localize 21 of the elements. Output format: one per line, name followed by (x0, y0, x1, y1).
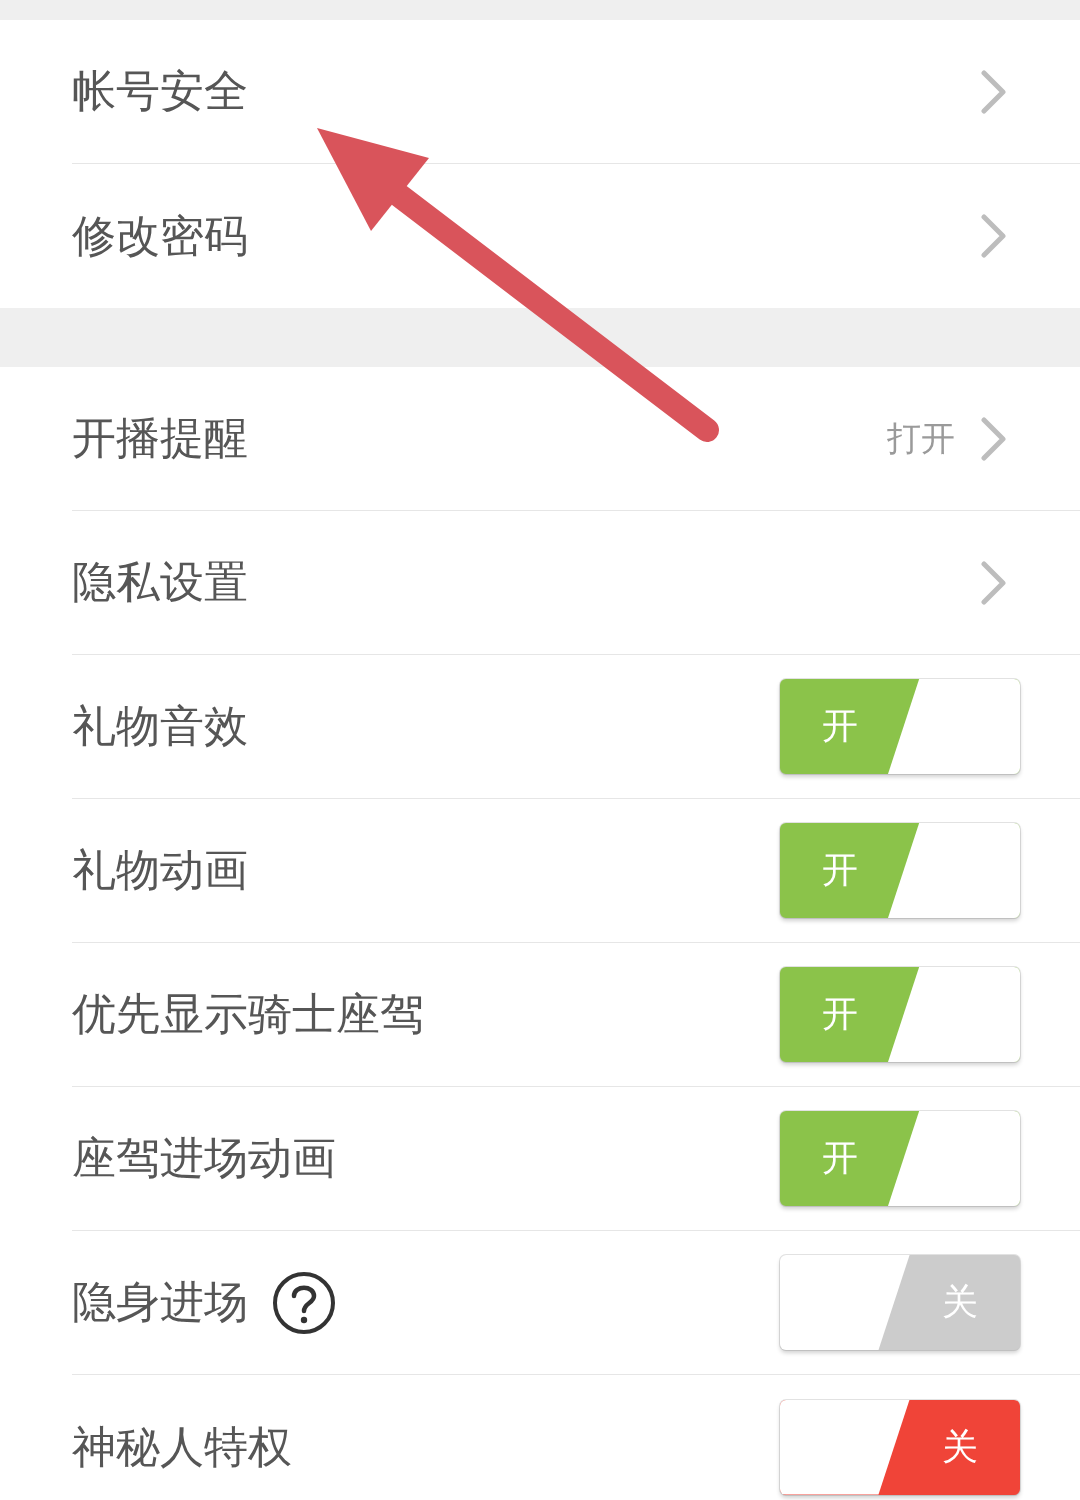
setting-label: 神秘人特权 (72, 1419, 292, 1474)
toggle-switch[interactable]: 开 (780, 679, 1020, 774)
chevron-icon[interactable] (981, 69, 1007, 114)
chevron-icon[interactable] (981, 416, 1007, 461)
setting-label: 开播提醒 (72, 411, 248, 465)
help-icon[interactable] (272, 1270, 336, 1335)
toggle-switch[interactable]: 开 (780, 967, 1020, 1062)
chevron-icon[interactable] (981, 214, 1007, 258)
setting-label: 礼物音效 (72, 699, 248, 753)
setting-label: 礼物动画 (72, 843, 248, 897)
toggle-switch[interactable]: 开 (780, 823, 1020, 918)
setting-label: 座驾进场动画 (72, 1131, 336, 1185)
toggle-switch[interactable]: 关 (780, 1399, 1020, 1495)
setting-value: 打开 (887, 416, 955, 460)
setting-label: 帐号安全 (72, 64, 248, 118)
setting-label: 优先显示骑士座驾 (72, 987, 424, 1041)
setting-label: 隐身进场 (72, 1275, 248, 1329)
setting-label: 修改密码 (72, 208, 248, 263)
setting-label: 隐私设置 (72, 555, 248, 609)
toggle-switch[interactable]: 开 (780, 1111, 1020, 1206)
chevron-icon[interactable] (981, 560, 1007, 605)
